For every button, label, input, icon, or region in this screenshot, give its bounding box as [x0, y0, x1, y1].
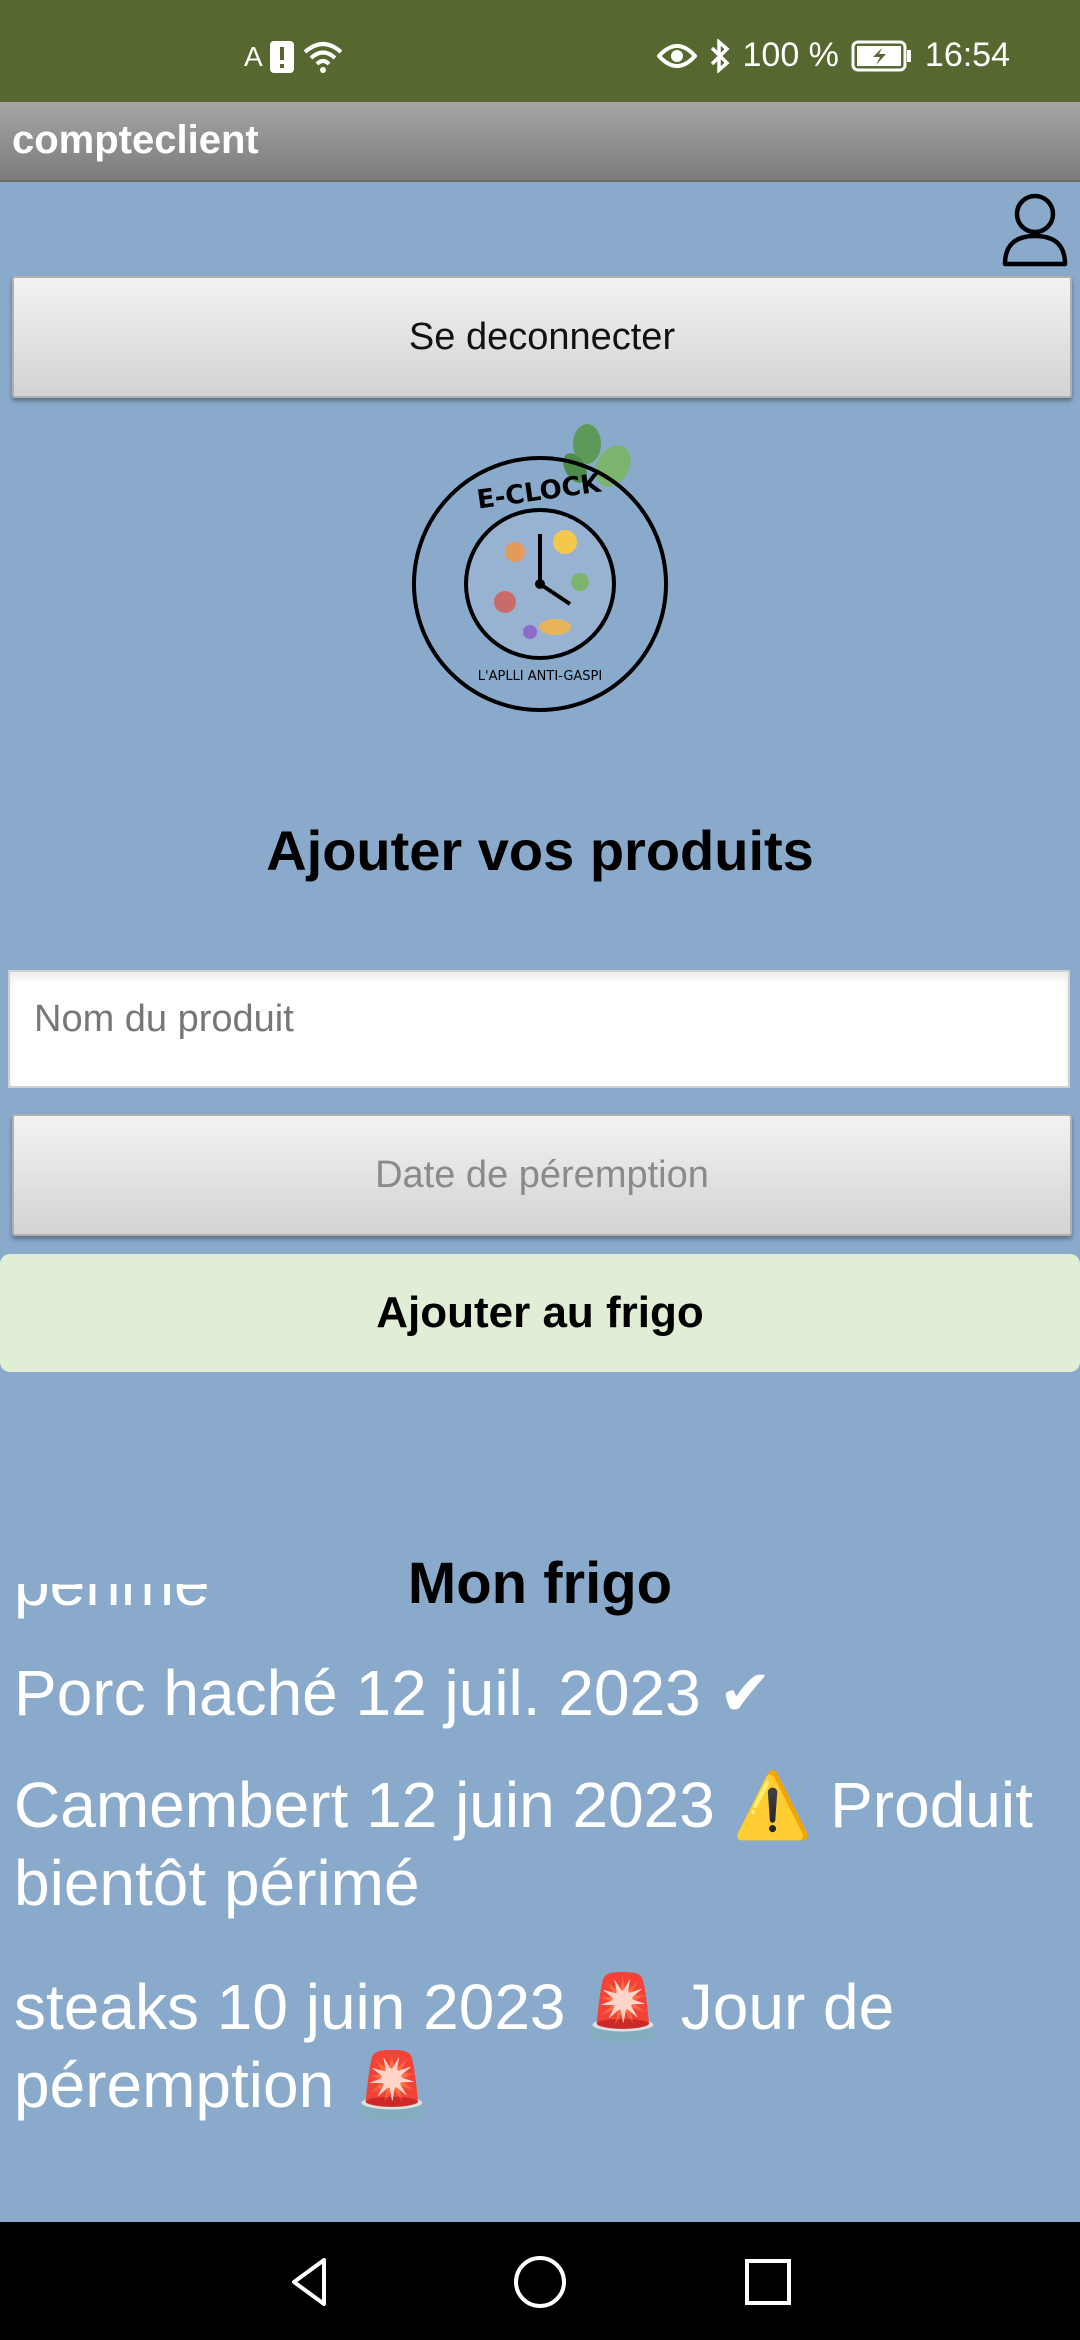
eye-icon: [656, 43, 697, 68]
main-content: Se deconnecter E-CLOCK L'APLLI ANTI-GASP…: [0, 182, 1080, 2222]
home-icon[interactable]: [510, 2252, 570, 2312]
wifi-icon: [303, 42, 343, 73]
add-products-heading: Ajouter vos produits: [266, 819, 814, 882]
list-item: Porc haché 12 juil. 2023 ✔: [14, 1657, 773, 1729]
status-bar: A 100 % 16:54: [0, 0, 1080, 102]
battery-percent: 100 %: [742, 36, 839, 74]
battery-charging-icon: [851, 40, 911, 71]
add-to-fridge-button[interactable]: Ajouter au frigo: [0, 1254, 1080, 1372]
bluetooth-icon: [710, 38, 730, 73]
recents-icon[interactable]: [738, 2252, 798, 2312]
clock: 16:54: [924, 36, 1010, 74]
product-name-input[interactable]: Nom du produit: [8, 970, 1070, 1088]
product-name-placeholder: Nom du produit: [34, 998, 294, 1040]
logo-bottom-text: L'APLLI ANTI-GASPI: [478, 669, 602, 684]
back-icon[interactable]: [280, 2252, 340, 2312]
fridge-list[interactable]: périmé Porc haché 12 juil. 2023 ✔ Camemb…: [0, 1584, 1080, 2224]
app-title: compteclient: [12, 118, 259, 162]
expiry-date-label: Date de péremption: [375, 1153, 709, 1196]
list-item: Camembert 12 juin 2023 ⚠️ Produit bientô…: [14, 1769, 1033, 1919]
logout-button[interactable]: Se deconnecter: [12, 276, 1072, 398]
user-profile-icon[interactable]: [1000, 190, 1070, 270]
navigation-bar: [0, 2222, 1080, 2340]
status-left-indicators: A: [244, 40, 345, 74]
e-clock-logo: E-CLOCK L'APLLI ANTI-GASPI: [412, 424, 668, 712]
list-item: steaks 10 juin 2023 🚨 Jour de péremption…: [14, 1971, 895, 2121]
add-to-fridge-label: Ajouter au frigo: [376, 1288, 704, 1337]
list-item: périmé: [14, 1584, 1064, 1622]
logout-label: Se deconnecter: [408, 315, 676, 358]
app-title-bar: compteclient: [0, 102, 1080, 182]
alert-icon: [269, 41, 294, 73]
status-right-indicators: 100 % 16:54: [656, 36, 1010, 75]
a-indicator: A: [244, 41, 263, 72]
expiry-date-button[interactable]: Date de péremption: [12, 1114, 1072, 1236]
